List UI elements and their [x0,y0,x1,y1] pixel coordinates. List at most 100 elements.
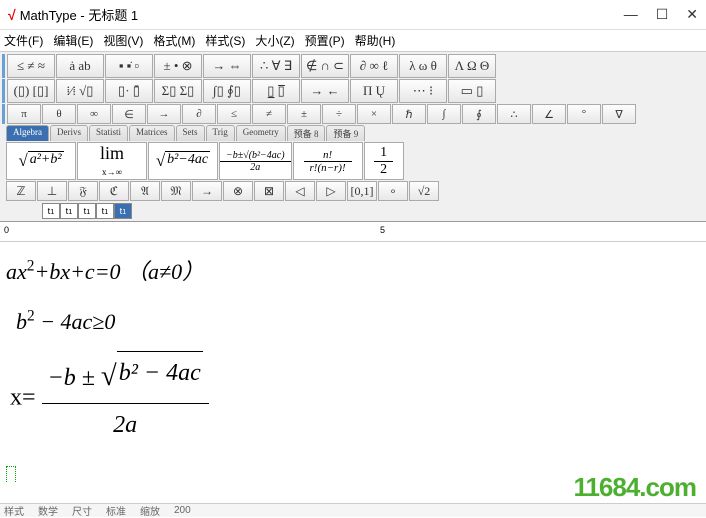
sym-oint[interactable]: ∮ [462,104,496,124]
sym-to[interactable]: → [147,104,181,124]
palette-row-2: (▯) [▯] ⁞⁄⁞ √▯ ▯· ▯̄ Σ▯ Σ▯͏ ∫▯ ∮▯ ▯̲ ▯̅ … [2,79,704,103]
size-t1[interactable]: t1 [42,203,60,219]
sym-degree[interactable]: ° [567,104,601,124]
app-logo: √ [8,7,16,23]
statusbar: 样式 数学 尺寸 标准 缩放 200 [0,503,706,517]
palette-greek-lower[interactable]: λ ω θ [399,54,447,78]
sym-theta[interactable]: θ [42,104,76,124]
palette-sums[interactable]: Σ▯ Σ▯͏ [154,79,202,103]
maximize-button[interactable]: ☐ [656,6,669,23]
tab-derivs[interactable]: Derivs [50,125,88,141]
sym-A[interactable]: 𝔄 [130,181,160,201]
palette-spaces[interactable]: ȧ ab [56,54,104,78]
sym-F[interactable]: 𝔉 [68,181,98,201]
menu-pref[interactable]: 预置(P) [305,32,345,49]
palette-greek-upper[interactable]: Λ Ω Θ [448,54,496,78]
palette-subsup[interactable]: ▯· ▯̄ [105,79,153,103]
palette-arrows[interactable]: → ⇔ [203,54,251,78]
menu-size[interactable]: 大小(Z) [255,32,294,49]
titlebar: √ MathType - 无标题 1 — ☐ ✕ [0,0,706,30]
menu-file[interactable]: 文件(F) [4,32,43,49]
palette-frac-radical[interactable]: ⁞⁄⁞ √▯ [56,79,104,103]
sym-pi[interactable]: π [7,104,41,124]
palette-integrals[interactable]: ∫▯ ∮▯ [203,79,251,103]
tab-geometry[interactable]: Geometry [236,125,286,141]
menu-help[interactable]: 帮助(H) [355,32,396,49]
symbol-bar: ℤ ⊥ 𝔉 ℭ 𝔄 𝔐 → ⊗ ⊠ ◁ ▷ [0,1] ∘ √2 [6,181,704,201]
preset-binomial[interactable]: n!r!(n−r)! [293,142,363,180]
status-style-value: 数学 [38,503,58,518]
palette-row-3: π θ ∞ ∈ → ∂ ≤ ≠ ± ÷ × ℏ ∫ ∮ ∴ ∠ ° ∇ [2,104,704,124]
preset-discriminant[interactable]: √b²−4ac [148,142,218,180]
minimize-button[interactable]: — [624,6,638,23]
palette-relations[interactable]: ≤ ≠ ≈ [7,54,55,78]
sym-circ[interactable]: ∘ [378,181,408,201]
sym-M[interactable]: 𝔐 [161,181,191,201]
palette-logical[interactable]: ∴ ∀ ∃ [252,54,300,78]
menu-style[interactable]: 样式(S) [205,32,245,49]
menu-format[interactable]: 格式(M) [153,32,195,49]
sym-in[interactable]: ∈ [112,104,146,124]
menubar: 文件(F) 编辑(E) 视图(V) 格式(M) 样式(S) 大小(Z) 预置(P… [0,30,706,52]
tab-reserve9[interactable]: 预备 9 [326,125,365,141]
sym-boxtimes[interactable]: ⊠ [254,181,284,201]
size-t2[interactable]: t1 [60,203,78,219]
window-title: MathType - 无标题 1 [20,5,624,24]
sym-div[interactable]: ÷ [322,104,356,124]
sym-triangleleft[interactable]: ◁ [285,181,315,201]
sym-neq[interactable]: ≠ [252,104,286,124]
sym-Z[interactable]: ℤ [6,181,36,201]
sym-otimes[interactable]: ⊗ [223,181,253,201]
close-button[interactable]: ✕ [686,6,698,23]
sym-partial[interactable]: ∂ [182,104,216,124]
palette-matrices[interactable]: ⋯ ⁝ [399,79,447,103]
sym-angle[interactable]: ∠ [532,104,566,124]
sym-C[interactable]: ℭ [99,181,129,201]
equation-2: b2 − 4ac≥0 [6,302,700,342]
sym-nabla[interactable]: ∇ [602,104,636,124]
preset-limit[interactable]: limx→∞ [77,142,147,180]
palette-fences[interactable]: (▯) [▯] [7,79,55,103]
preset-sqrt-ab[interactable]: √a²+b² [6,142,76,180]
sym-perp[interactable]: ⊥ [37,181,67,201]
tab-stat[interactable]: Statisti [89,125,128,141]
sym-arrow[interactable]: → [192,181,222,201]
equation-3: x= −b ± √b² − 4ac 2a [6,351,700,447]
menu-view[interactable]: 视图(V) [103,32,143,49]
palette-underover[interactable]: ▯̲ ▯̅ [252,79,300,103]
size-t5[interactable]: t1 [114,203,132,219]
sym-times[interactable]: × [357,104,391,124]
sym-triangleright[interactable]: ▷ [316,181,346,201]
sym-leq[interactable]: ≤ [217,104,251,124]
palette-operators[interactable]: ± • ⊗ [154,54,202,78]
palette-row-1: ≤ ≠ ≈ ȧ ab ▪ ▪̇ ▫ ± • ⊗ → ⇔ ∴ ∀ ∃ ∉ ∩ ⊂ … [2,54,704,78]
size-t3[interactable]: t1 [78,203,96,219]
preset-quadratic[interactable]: −b±√(b²−4ac)2a [219,142,292,180]
sym-interval[interactable]: [0,1] [347,181,377,201]
tab-algebra[interactable]: Algebra [6,125,49,141]
status-size-label: 尺寸 [72,503,92,518]
expression-tabs: Algebra Derivs Statisti Matrices Sets Tr… [6,125,704,141]
equation-editor[interactable]: ax2+bx+c=0 （a≠0） b2 − 4ac≥0 x= −b ± √b² … [0,242,706,482]
sym-pm[interactable]: ± [287,104,321,124]
palette-boxes[interactable]: ▭ ▯ [448,79,496,103]
sym-hbar[interactable]: ℏ [392,104,426,124]
sym-therefore[interactable]: ∴ [497,104,531,124]
watermark: 11684.com [573,472,696,503]
preset-half[interactable]: 12 [364,142,404,180]
tab-reserve8[interactable]: 预备 8 [287,125,326,141]
tab-sets[interactable]: Sets [176,125,205,141]
sym-infty[interactable]: ∞ [77,104,111,124]
sym-int[interactable]: ∫ [427,104,461,124]
palette-label-arrows[interactable]: → ← [301,79,349,103]
tab-trig[interactable]: Trig [206,125,235,141]
palette-embellish[interactable]: ▪ ▪̇ ▫ [105,54,153,78]
sym-sqrt2[interactable]: √2 [409,181,439,201]
menu-edit[interactable]: 编辑(E) [53,32,93,49]
tab-matrices[interactable]: Matrices [129,125,175,141]
palette-products[interactable]: Π Ų [350,79,398,103]
size-t4[interactable]: t1 [96,203,114,219]
ruler[interactable]: 0 5 [0,222,706,242]
palette-sets[interactable]: ∉ ∩ ⊂ [301,54,349,78]
palette-misc[interactable]: ∂ ∞ ℓ [350,54,398,78]
